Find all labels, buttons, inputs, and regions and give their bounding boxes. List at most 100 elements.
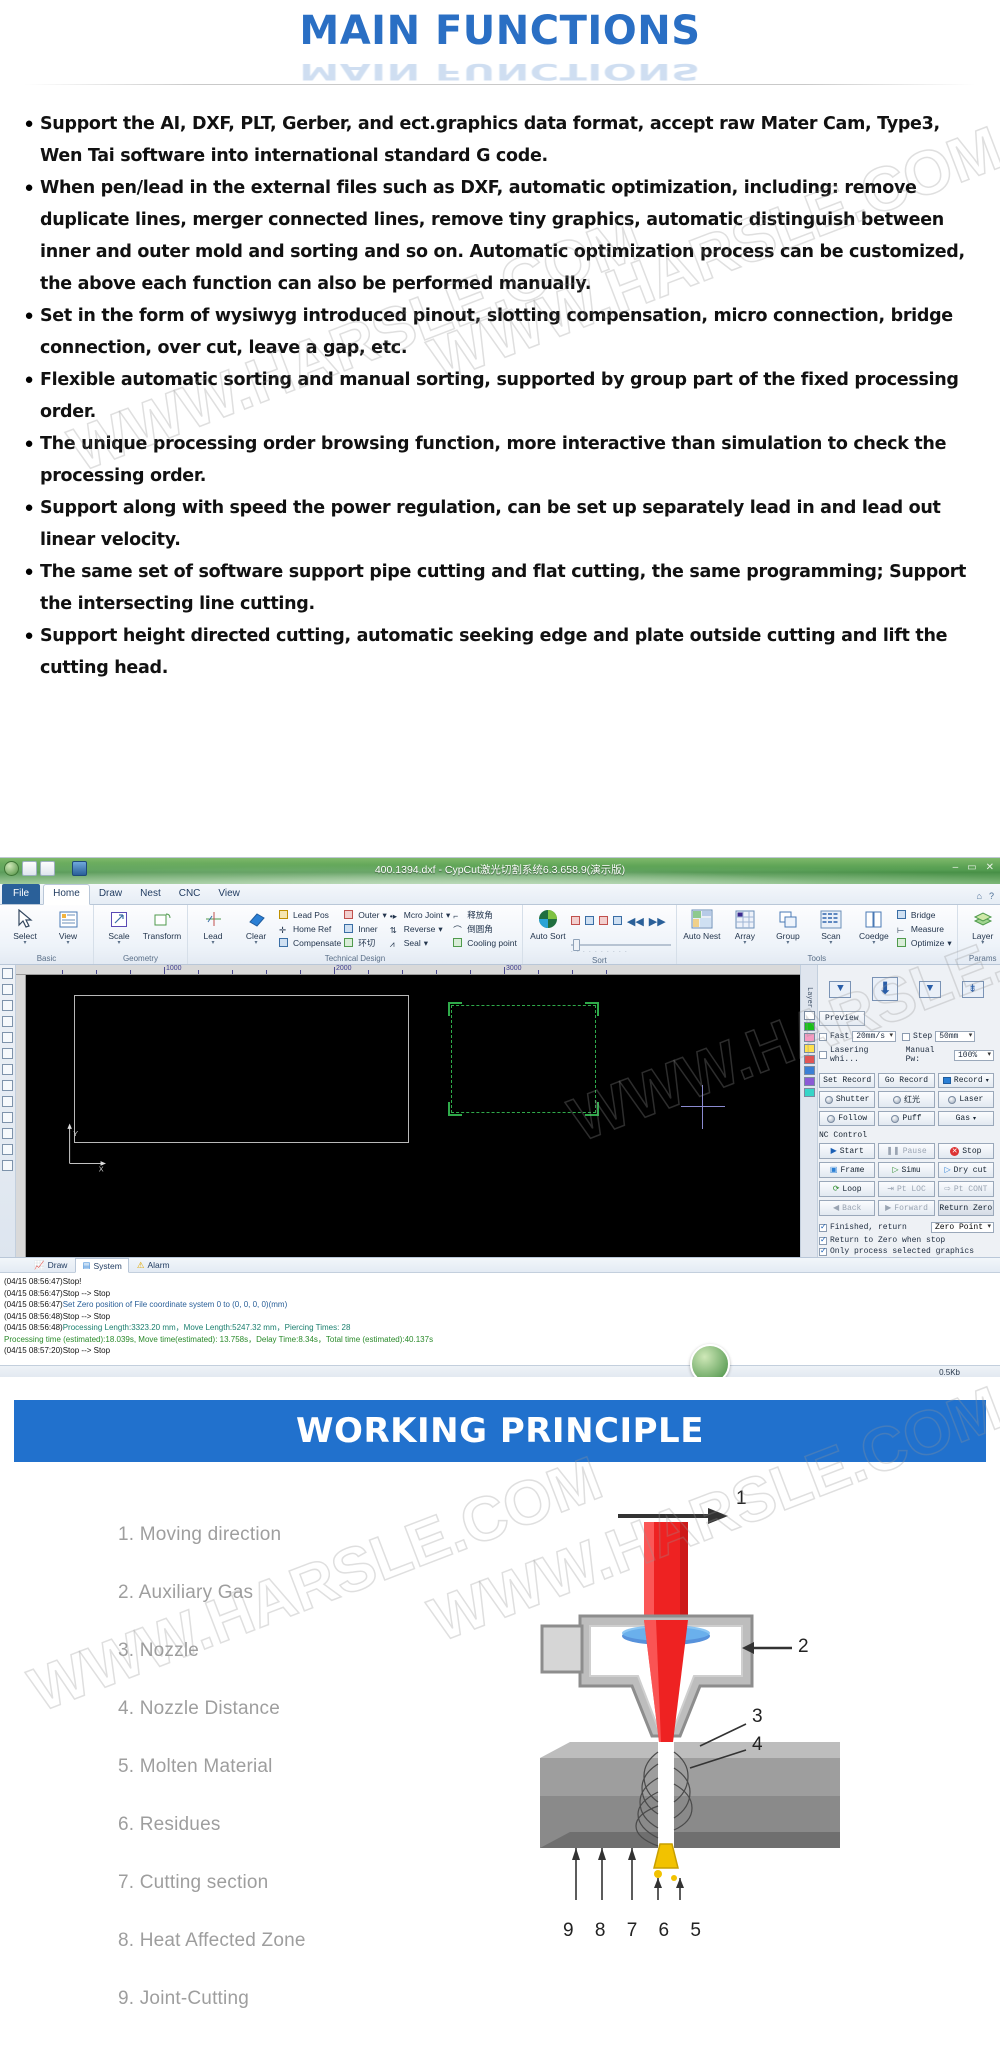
cooling-point-button[interactable]: Cooling point <box>453 937 517 950</box>
layer-button[interactable]: Layer ▾ <box>963 907 1000 946</box>
step-size-select[interactable]: 50mm <box>935 1031 976 1042</box>
home-ref-button[interactable]: ✛ Home Ref <box>279 923 341 936</box>
tool-polygon-icon[interactable] <box>2 1032 13 1043</box>
start-button[interactable]: ▶ Start <box>819 1143 876 1159</box>
back-button[interactable]: ◀ Back <box>819 1200 876 1216</box>
slider-track[interactable] <box>570 939 671 951</box>
sort-group-icon-4[interactable] <box>612 912 622 930</box>
layer-swatch-green[interactable] <box>803 1022 815 1032</box>
layer-strip[interactable]: Layer <box>801 965 818 1257</box>
sort-group-icon-2[interactable] <box>584 912 594 930</box>
view-button[interactable]: View ▾ <box>48 907 88 946</box>
selection-handle-bl[interactable] <box>448 1102 462 1116</box>
selection-handle-tl[interactable] <box>448 1002 462 1016</box>
ring-cut-button[interactable]: 环切 <box>344 937 387 950</box>
preview-button[interactable]: Preview <box>819 1011 865 1026</box>
simu-button[interactable]: ▷ Simu <box>878 1162 935 1178</box>
inner-button[interactable]: Inner <box>344 923 387 936</box>
record-button[interactable]: Record ▾ <box>937 1073 994 1088</box>
loop-button[interactable]: ⟳ Loop <box>819 1181 876 1197</box>
chevron-down-icon[interactable]: ▾ <box>725 940 765 946</box>
chevron-down-icon[interactable]: ▾ <box>5 940 45 946</box>
chevron-down-icon[interactable]: ▾ <box>854 940 894 946</box>
help-icon[interactable]: ? <box>989 891 994 901</box>
compensate-button[interactable]: Compensate <box>279 937 341 950</box>
red-light-button[interactable]: 红光 <box>878 1091 935 1108</box>
follow-button[interactable]: Follow <box>819 1111 876 1126</box>
only-selected-checkbox[interactable] <box>819 1246 827 1256</box>
group-button[interactable]: Group ▾ <box>768 907 808 946</box>
laser-button[interactable]: Laser <box>937 1091 994 1108</box>
sort-group-icon-1[interactable] <box>570 912 580 930</box>
tab-draw[interactable]: Draw <box>90 885 131 904</box>
cnc-control-panel[interactable]: Layer ▼ ⬇ ▼ ⇟ Preview Fast 20mm/s ▾ Step… <box>800 965 1000 1339</box>
tool-line-icon[interactable] <box>2 984 13 995</box>
tool-text-icon[interactable] <box>2 1048 13 1059</box>
optimize-button[interactable]: Optimize ▾ <box>896 937 952 950</box>
scan-button[interactable]: Scan ▾ <box>811 907 851 946</box>
nc-row-3[interactable]: ⟳ Loop ⇥ Pt LOC ⇨ Pt CONT <box>819 1181 994 1197</box>
return-target-select[interactable]: Zero Point <box>930 1222 994 1233</box>
outer-button[interactable]: Outer ▾ <box>344 909 387 922</box>
reverse-button[interactable]: ⇅ Reverse ▾ <box>390 923 451 936</box>
sort-icon-row[interactable]: ◀◀ ▶▶ <box>570 907 671 930</box>
tool-mirror-icon[interactable] <box>2 1112 13 1123</box>
manual-power-option[interactable]: Manual Pw: 100% <box>906 1046 994 1064</box>
nc-row-2[interactable]: ▣ Frame ▷ Simu ▷ Dry cut <box>819 1162 994 1178</box>
return-zero-stop-checkbox[interactable] <box>819 1235 827 1245</box>
step-option[interactable]: Step 50mm <box>902 1031 976 1042</box>
dry-cut-button[interactable]: ▷ Dry cut <box>937 1162 994 1178</box>
go-record-button[interactable]: Go Record <box>878 1073 935 1088</box>
chevron-down-icon[interactable]: ▾ <box>193 940 233 946</box>
frame-button[interactable]: ▣ Frame <box>819 1162 876 1178</box>
tool-node-icon[interactable] <box>2 1096 13 1107</box>
sort-next-icon[interactable]: ▶▶ <box>649 915 666 928</box>
drawing-canvas[interactable]: Y X <box>26 975 800 1257</box>
tool-rect-icon[interactable] <box>2 1000 13 1011</box>
coedge-button[interactable]: Coedge ▾ <box>854 907 894 946</box>
lead-button[interactable]: Lead ▾ <box>193 907 233 946</box>
selection-handle-br[interactable] <box>585 1102 599 1116</box>
chevron-down-icon[interactable]: ▾ <box>811 940 851 946</box>
tool-pan-icon[interactable] <box>2 1080 13 1091</box>
chevron-down-icon[interactable]: ▾ <box>382 909 386 922</box>
clear-button[interactable]: Clear ▾ <box>236 907 276 946</box>
chevron-down-icon[interactable]: ▾ <box>48 940 88 946</box>
tab-home[interactable]: Home <box>43 884 90 905</box>
chevron-down-icon[interactable]: ▾ <box>424 937 428 950</box>
tab-view[interactable]: View <box>209 885 249 904</box>
sort-speed-slider[interactable]: ·········· <box>570 930 671 955</box>
nc-row-1[interactable]: ▶ Start ❚❚ Pause ✕ Stop <box>819 1143 994 1159</box>
ribbon-toolbar[interactable]: Select ▾ View ▾ Basic Scale ▾ Transform … <box>0 905 1000 965</box>
chevron-down-icon[interactable]: ▾ <box>963 940 1000 946</box>
log-tab-alarm[interactable]: ⚠ Alarm <box>131 1259 176 1272</box>
slider-handle[interactable] <box>572 939 580 951</box>
ribbon-tabstrip[interactable]: File Home Draw Nest CNC View ⌂ ? <box>0 884 1000 905</box>
puff-button[interactable]: Puff <box>878 1111 935 1126</box>
finished-return-checkbox[interactable] <box>819 1222 827 1232</box>
layer-swatch-white[interactable] <box>803 1011 815 1021</box>
window-controls[interactable]: – ▭ ✕ <box>953 862 994 873</box>
jog-up-button[interactable]: ▼ <box>829 980 852 998</box>
array-button[interactable]: Array ▾ <box>725 907 765 946</box>
fast-checkbox[interactable] <box>819 1032 827 1041</box>
drawing-toolbar[interactable] <box>0 965 16 1257</box>
chevron-down-icon[interactable]: ▾ <box>99 940 139 946</box>
jog-down-button[interactable]: ⬇ <box>872 977 899 1001</box>
chevron-down-icon[interactable]: ▾ <box>438 923 442 936</box>
stop-button[interactable]: ✕ Stop <box>937 1143 994 1159</box>
fillet-corner-button[interactable]: ⌒ 倒圆角 <box>453 923 517 936</box>
layer-swatch-red[interactable] <box>803 1055 815 1065</box>
log-tabstrip[interactable]: 📈 Draw ▤ System ⚠ Alarm <box>0 1258 1000 1273</box>
seal-button[interactable]: ⩘ Seal ▾ <box>390 937 451 950</box>
tab-file[interactable]: File <box>2 884 41 904</box>
sort-group-icon-3[interactable] <box>598 912 608 930</box>
chevron-down-icon[interactable]: ▾ <box>947 937 951 950</box>
device-row-1[interactable]: Shutter 红光 Laser <box>819 1091 994 1108</box>
tab-cnc[interactable]: CNC <box>170 885 210 904</box>
tool-align-icon[interactable] <box>2 1128 13 1139</box>
return-zero-button[interactable]: Return Zero <box>937 1200 994 1216</box>
jog-right-button[interactable]: ▼ <box>918 980 941 998</box>
log-tab-draw[interactable]: 📈 Draw <box>28 1259 73 1272</box>
sort-prev-icon[interactable]: ◀◀ <box>627 915 644 928</box>
